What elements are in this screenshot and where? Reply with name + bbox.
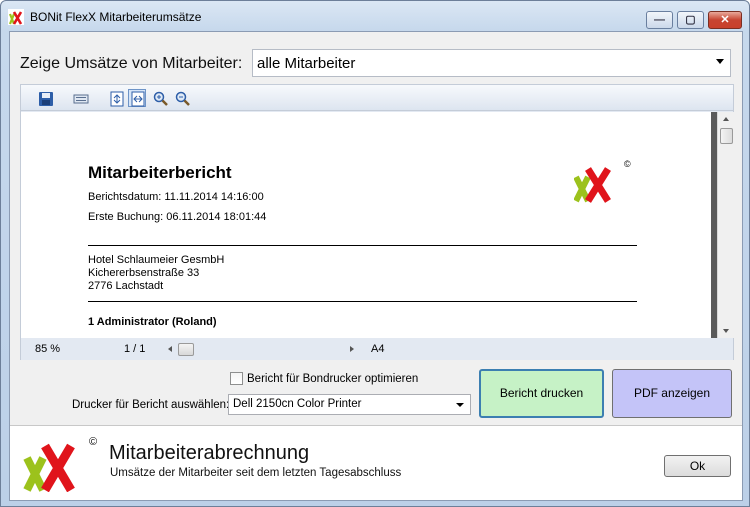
app-logo-icon [8, 9, 24, 25]
title-bar[interactable]: BONit FlexX Mitarbeiterumsätze — ▢ ✕ [1, 1, 749, 31]
zoom-in-icon [153, 91, 168, 106]
app-window: BONit FlexX Mitarbeiterumsätze — ▢ ✕ Zei… [0, 0, 750, 507]
client-area: Zeige Umsätze von Mitarbeiter: alle Mita… [9, 31, 743, 501]
printer-select[interactable]: Dell 2150cn Color Printer [228, 394, 471, 415]
print-layout-button[interactable] [71, 89, 89, 107]
printer-select-label: Drucker für Bericht auswählen: [72, 399, 230, 411]
printer-select-value: Dell 2150cn Color Printer [233, 398, 362, 410]
maximize-button[interactable]: ▢ [677, 11, 704, 29]
footer-logo: © [23, 436, 101, 495]
divider [88, 245, 637, 246]
scroll-up-icon[interactable] [723, 117, 729, 121]
fit-width-icon [131, 91, 145, 107]
zoom-in-button[interactable] [151, 89, 169, 107]
optimize-bonprinter-checkbox[interactable] [230, 372, 243, 385]
chevron-down-icon [716, 59, 724, 64]
company-name: Hotel Schlaumeier GesmbH [88, 254, 225, 266]
print-layout-icon [73, 94, 89, 104]
viewer-statusbar: 85 % 1 / 1 A4 [21, 338, 733, 360]
optimize-bonprinter-label[interactable]: Bericht für Bondrucker optimieren [247, 373, 418, 385]
report-page[interactable]: Mitarbeiterbericht Berichtsdatum: 11.11.… [21, 112, 717, 338]
vertical-scrollbar[interactable] [717, 112, 734, 338]
company-street: Kichererbsenstraße 33 [88, 267, 200, 279]
zoom-out-icon [175, 91, 190, 106]
close-button[interactable]: ✕ [708, 11, 742, 29]
paper-size: A4 [371, 343, 385, 355]
save-icon [39, 92, 53, 106]
report-title: Mitarbeiterbericht [88, 163, 232, 182]
scroll-right-icon[interactable] [350, 346, 354, 352]
zoom-out-button[interactable] [173, 89, 191, 107]
scroll-left-icon[interactable] [168, 346, 172, 352]
fit-page-icon [110, 91, 124, 107]
scroll-down-icon[interactable] [723, 329, 729, 333]
print-report-button[interactable]: Bericht drucken [479, 369, 604, 418]
scroll-thumb[interactable] [720, 128, 733, 144]
employee-select-value: alle Mitarbeiter [257, 55, 356, 72]
footer-panel: © Mitarbeiterabrechnung Umsätze der Mita… [10, 425, 742, 500]
fit-width-button[interactable] [128, 89, 146, 107]
page-indicator: 1 / 1 [124, 343, 146, 355]
divider [88, 301, 637, 302]
ok-button[interactable]: Ok [664, 455, 731, 477]
fit-page-button[interactable] [107, 89, 125, 107]
zoom-level: 85 % [35, 343, 61, 355]
save-button[interactable] [36, 89, 54, 107]
maximize-icon: ▢ [685, 14, 696, 26]
chevron-down-icon [456, 403, 464, 407]
logo-trademark: © [624, 159, 631, 169]
report-first-booking: Erste Buchung: 06.11.2014 18:01:44 [88, 211, 267, 223]
employee-section-heading: 1 Administrator (Roland) [88, 316, 217, 328]
footer-subtitle: Umsätze der Mitarbeiter seit dem letzten… [110, 467, 402, 479]
scroll-thumb[interactable] [178, 343, 194, 356]
minimize-button[interactable]: — [646, 11, 673, 29]
report-date: Berichtsdatum: 11.11.2014 14:16:00 [88, 191, 264, 203]
employee-filter-label: Zeige Umsätze von Mitarbeiter: [20, 55, 243, 72]
report-logo: © [573, 159, 634, 206]
footer-title: Mitarbeiterabrechnung [109, 442, 310, 464]
viewer-toolbar [21, 85, 733, 111]
logo-trademark: © [89, 436, 98, 448]
show-pdf-button[interactable]: PDF anzeigen [612, 369, 732, 418]
horizontal-scrollbar[interactable] [166, 343, 356, 356]
employee-select[interactable]: alle Mitarbeiter [252, 49, 731, 77]
report-viewer: Mitarbeiterbericht Berichtsdatum: 11.11.… [20, 84, 734, 360]
company-city: 2776 Lachstadt [88, 280, 164, 292]
close-icon: ✕ [720, 14, 730, 26]
minimize-icon: — [654, 14, 665, 26]
window-title: BONit FlexX Mitarbeiterumsätze [30, 10, 202, 24]
